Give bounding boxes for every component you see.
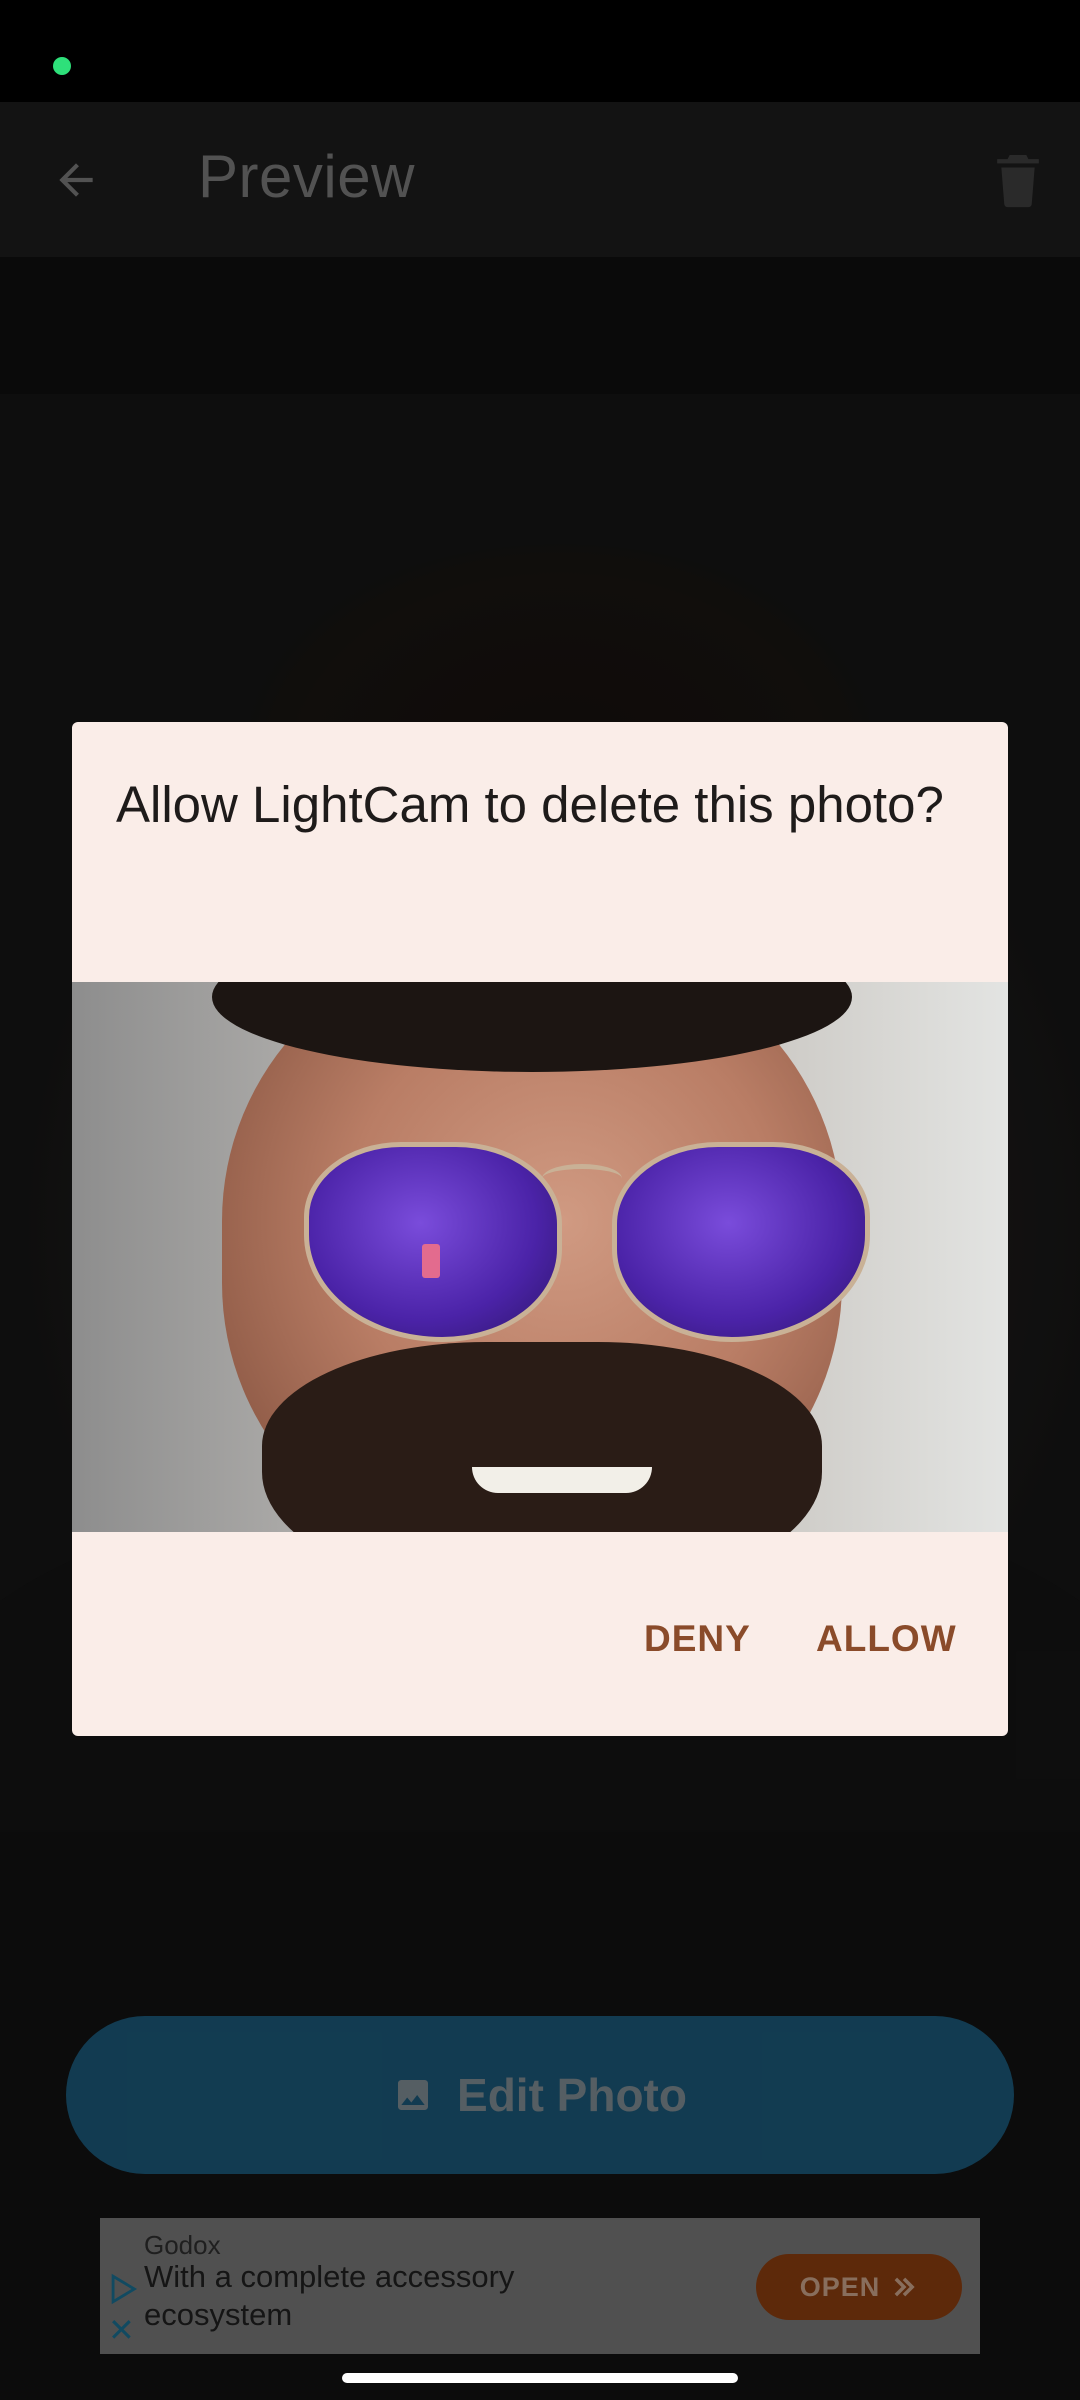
dialog-photo-thumbnail	[72, 982, 1008, 1532]
camera-indicator-dot	[53, 57, 71, 75]
deny-button[interactable]: DENY	[644, 1618, 751, 1660]
thumbnail-smile	[472, 1467, 652, 1493]
sunglasses-bridge	[542, 1164, 622, 1193]
delete-permission-dialog: Allow LightCam to delete this photo? DEN…	[72, 722, 1008, 1736]
dialog-actions: DENY ALLOW	[72, 1532, 1008, 1736]
lens-reflection	[422, 1244, 440, 1278]
thumbnail-beard	[262, 1342, 822, 1532]
allow-button[interactable]: ALLOW	[816, 1618, 957, 1660]
status-bar	[0, 0, 1080, 102]
home-indicator[interactable]	[342, 2373, 738, 2383]
dialog-title: Allow LightCam to delete this photo?	[116, 776, 944, 833]
